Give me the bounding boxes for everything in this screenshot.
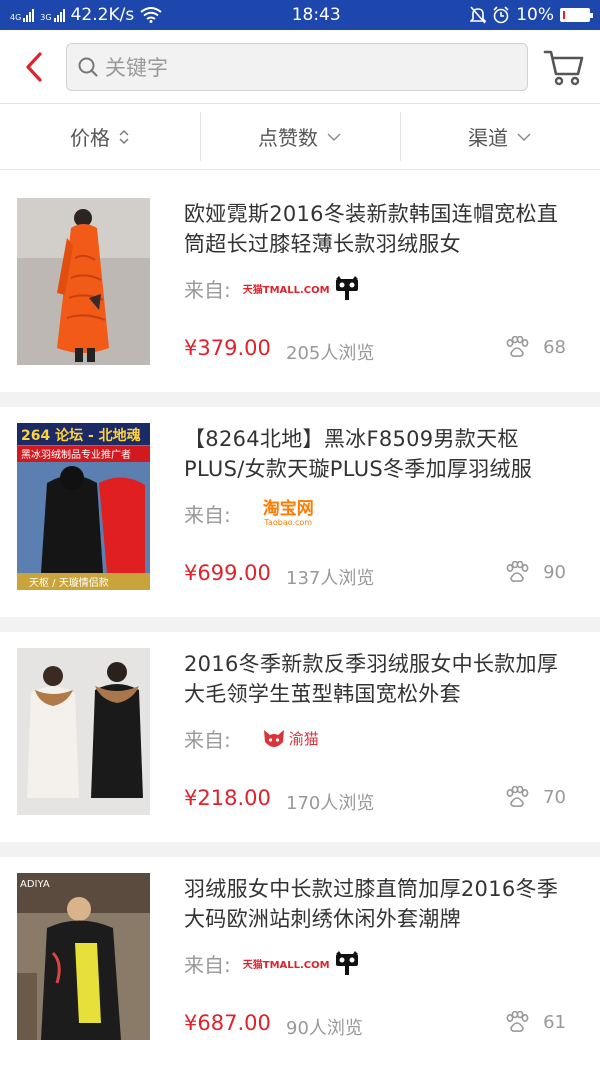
product-card[interactable]: 2016冬季新款反季羽绒服女中长款加厚大毛领学生茧型韩国宽松外套 来自: 渝猫 … — [0, 632, 600, 842]
product-list: 欧娅霓斯2016冬装新款韩国连帽宽松直筒超长过膝轻薄长款羽绒服女 来自: 天猫T… — [0, 182, 600, 1067]
product-card[interactable]: 欧娅霓斯2016冬装新款韩国连帽宽松直筒超长过膝轻薄长款羽绒服女 来自: 天猫T… — [0, 182, 600, 392]
tmall-cat-icon — [335, 950, 358, 975]
product-title[interactable]: 羽绒服女中长款过膝直筒加厚2016冬季大码欧洲站刺绣休闲外套潮牌 — [184, 874, 576, 934]
filter-likes[interactable]: 点赞数 — [200, 104, 400, 169]
source-name: 天猫TMALL.COM — [242, 285, 330, 296]
search-icon — [78, 57, 98, 76]
product-image[interactable]: ADIYA — [17, 873, 150, 1040]
source-sub: Taobao.com — [264, 518, 313, 527]
product-image[interactable] — [17, 648, 150, 815]
alarm-icon — [493, 6, 509, 24]
product-card[interactable]: ADIYA 羽绒服女中长款过膝直筒加厚2016冬季大码欧洲站刺绣休闲外套潮牌 来… — [0, 857, 600, 1067]
sort-icon — [119, 129, 129, 144]
tmall-logo: 天猫TMALL.COM — [242, 950, 360, 977]
filter-bar: 价格 点赞数 渠道 — [0, 104, 600, 170]
battery-level — [562, 11, 566, 19]
cart-icon — [543, 50, 584, 85]
taobao-logo: 淘宝网 Taobao.com — [263, 500, 314, 527]
source-name: 渝猫 — [288, 730, 319, 748]
filter-channel-label: 渠道 — [468, 126, 508, 150]
like-button[interactable]: 90 — [505, 561, 566, 583]
product-card[interactable]: 264 论坛 - 北地魂 黑冰羽绒制品专业推广者 天枢 / 天璇情侣款 【826… — [0, 407, 600, 617]
source-label: 来自: — [184, 503, 231, 527]
product-image[interactable] — [17, 198, 150, 365]
product-source: 来自: 天猫TMALL.COM — [184, 949, 360, 978]
paw-icon — [506, 1011, 529, 1032]
product-price: ¥379.00 — [184, 336, 271, 360]
source-label: 来自: — [184, 728, 231, 752]
tmall-logo: 天猫TMALL.COM — [242, 275, 360, 302]
filter-price[interactable]: 价格 — [0, 104, 200, 169]
filter-likes-label: 点赞数 — [258, 126, 318, 150]
thumb-top-text: 264 论坛 - 北地魂 — [21, 427, 141, 444]
filter-channel[interactable]: 渠道 — [400, 104, 600, 169]
product-views: 170人浏览 — [286, 793, 375, 814]
product-title[interactable]: 欧娅霓斯2016冬装新款韩国连帽宽松直筒超长过膝轻薄长款羽绒服女 — [184, 199, 576, 259]
back-button[interactable] — [14, 47, 54, 87]
product-views: 205人浏览 — [286, 343, 375, 364]
clock: 18:43 — [291, 5, 341, 25]
signal-icon-1: 4G — [10, 8, 35, 22]
paw-icon — [506, 336, 529, 357]
status-bar: 4G 3G 42.2K/s 18:43 10% — [0, 0, 600, 30]
tmall-cat-icon — [335, 275, 358, 300]
thumb-brand-text: ADIYA — [20, 879, 50, 890]
wifi-icon — [140, 7, 162, 23]
product-price: ¥218.00 — [184, 786, 271, 810]
cat-face-icon — [263, 729, 284, 747]
product-source: 来自: 淘宝网 Taobao.com — [184, 499, 314, 528]
filter-price-label: 价格 — [70, 126, 110, 150]
source-label: 来自: — [184, 278, 231, 302]
search-placeholder: 关键字 — [105, 55, 168, 80]
mute-bell-icon — [470, 6, 487, 24]
source-name: 淘宝网 — [262, 499, 314, 519]
like-button[interactable]: 61 — [505, 1011, 566, 1033]
battery-percent: 10% — [516, 5, 554, 25]
product-title[interactable]: 2016冬季新款反季羽绒服女中长款加厚大毛领学生茧型韩国宽松外套 — [184, 649, 576, 709]
like-button[interactable]: 70 — [505, 786, 566, 808]
product-price: ¥687.00 — [184, 1011, 271, 1035]
product-title[interactable]: 【8264北地】黑冰F8509男款天枢PLUS/女款天璇PLUS冬季加厚羽绒服 — [184, 424, 576, 484]
top-bar: 关键字 — [0, 30, 600, 104]
product-views: 90人浏览 — [286, 1018, 363, 1039]
like-count: 90 — [543, 561, 566, 583]
product-views: 137人浏览 — [286, 568, 375, 589]
cart-button[interactable] — [542, 45, 586, 89]
like-count: 70 — [543, 786, 566, 808]
source-label: 来自: — [184, 953, 231, 977]
chevron-down-icon — [327, 133, 341, 141]
paw-icon — [506, 786, 529, 807]
yumao-logo: 渝猫 — [263, 728, 319, 750]
product-image[interactable]: 264 论坛 - 北地魂 黑冰羽绒制品专业推广者 天枢 / 天璇情侣款 — [17, 423, 150, 590]
thumb-banner-text: 黑冰羽绒制品专业推广者 — [21, 448, 131, 461]
status-left: 4G 3G 42.2K/s — [10, 5, 162, 25]
product-source: 来自: 渝猫 — [184, 724, 319, 753]
product-price: ¥699.00 — [184, 561, 271, 585]
signal-icon-2: 3G — [40, 8, 65, 22]
chevron-down-icon — [517, 133, 531, 141]
chevron-left-icon — [26, 51, 42, 82]
like-button[interactable]: 68 — [505, 336, 566, 358]
like-count: 61 — [543, 1011, 566, 1033]
source-name: 天猫TMALL.COM — [242, 960, 330, 971]
product-source: 来自: 天猫TMALL.COM — [184, 274, 360, 303]
paw-icon — [506, 561, 529, 582]
network-speed: 42.2K/s — [70, 5, 135, 25]
like-count: 68 — [543, 336, 566, 358]
status-right: 10% — [470, 5, 593, 25]
battery-icon — [559, 8, 593, 22]
search-input[interactable]: 关键字 — [66, 42, 528, 91]
thumb-bottom-text: 天枢 / 天璇情侣款 — [29, 576, 109, 589]
